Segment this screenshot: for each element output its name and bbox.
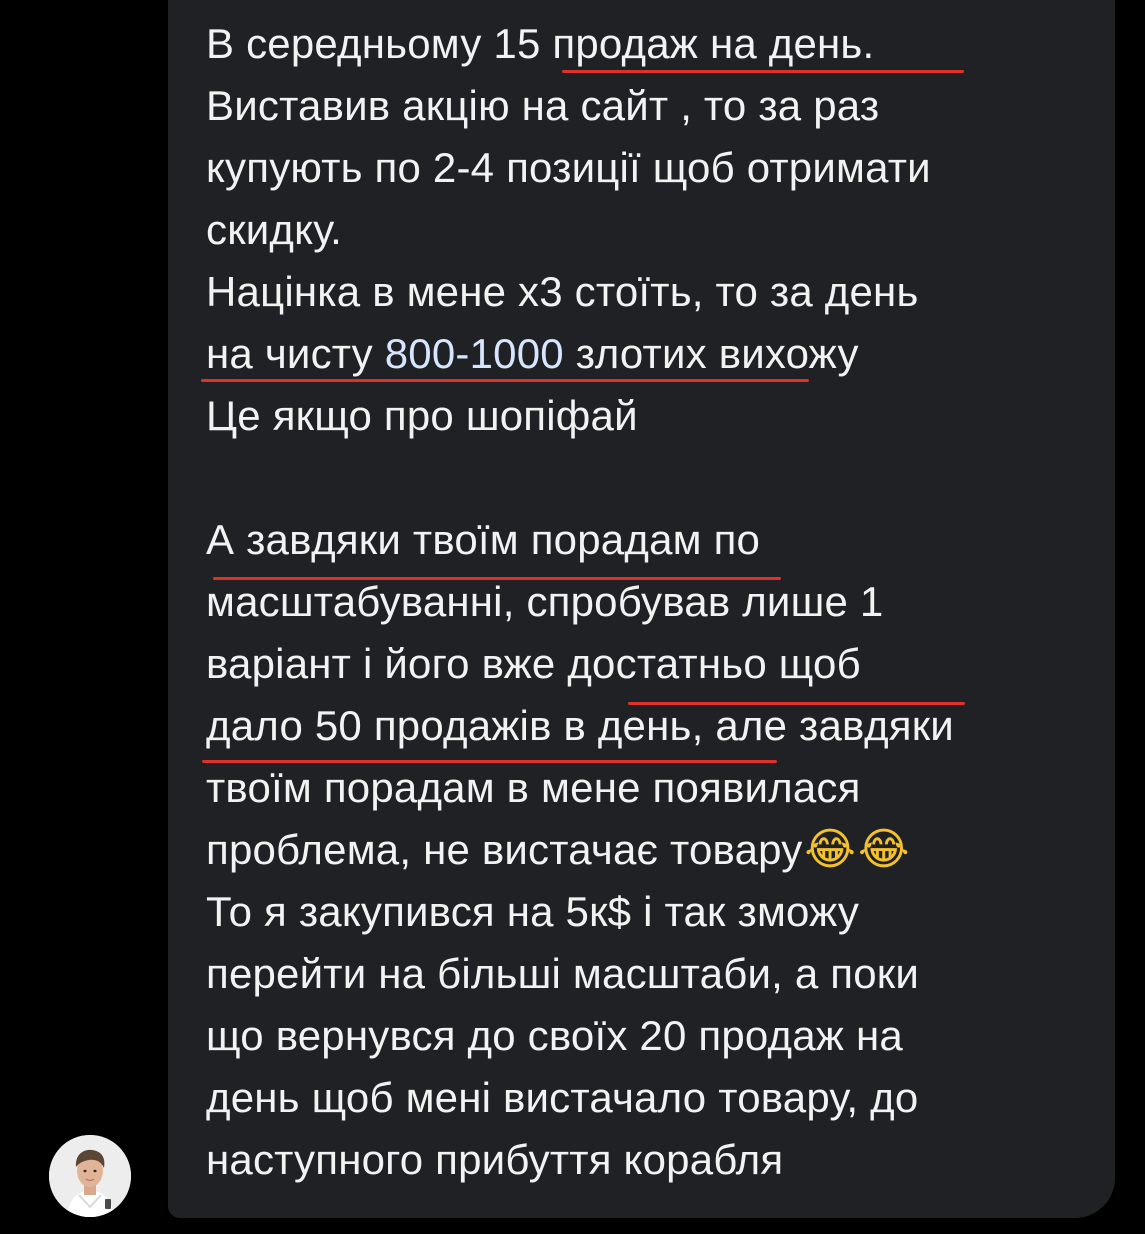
annotation-underline — [202, 760, 777, 763]
empty-line — [206, 447, 1086, 509]
message-line: Це якщо про шопіфай — [206, 392, 638, 439]
message-line: Націнка в мене х3 стоїть, то за день — [206, 268, 919, 315]
message-line: наступного прибуття корабля — [206, 1136, 784, 1183]
message-line: купують по 2-4 позиції щоб отримати — [206, 144, 931, 191]
message-line: перейти на більші масштаби, а поки — [206, 950, 920, 997]
message-line: твоїм порадам в мене появилася — [206, 764, 861, 811]
annotation-underline — [213, 577, 781, 580]
message-line: В середньому 15 продаж на день. — [206, 20, 875, 67]
message-line: що вернувся до своїх 20 продаж на — [206, 1012, 903, 1059]
tears-of-joy-icon: 😂 — [858, 824, 910, 875]
annotation-underline — [562, 70, 964, 73]
message-text-part: проблема, не вистачає товару — [206, 826, 803, 873]
message-line: день щоб мені вистачало товару, до — [206, 1074, 919, 1121]
message-line: А завдяки твоїм порадам по — [206, 516, 761, 563]
avatar[interactable] — [49, 1135, 131, 1217]
annotation-underline — [628, 702, 965, 705]
message-line: То я закупився на 5к$ і так зможу — [206, 888, 860, 935]
avatar-photo-icon — [49, 1135, 131, 1217]
message-line: масштабуванні, спробував лише 1 — [206, 578, 884, 625]
message-text-part: на чисту — [206, 330, 385, 377]
highlighted-number[interactable]: 800-1000 — [385, 330, 564, 377]
annotation-underline — [201, 379, 809, 382]
chat-screen: В середньому 15 продаж на день. Виставив… — [0, 0, 1145, 1234]
message-line: варіант і його вже достатньо щоб — [206, 640, 861, 687]
tears-of-joy-icon: 😂 — [804, 824, 857, 875]
message-text: В середньому 15 продаж на день. Виставив… — [206, 13, 1086, 1191]
message-text-part: злотих вихожу — [563, 330, 859, 377]
message-line-with-emoji: проблема, не вистачає товару😂😂 — [206, 819, 1086, 881]
message-line-with-number: на чисту 800-1000 злотих вихожу — [206, 323, 1086, 385]
message-line: скидку. — [206, 206, 343, 253]
message-line: Виставив акцію на сайт , то за раз — [206, 82, 880, 129]
